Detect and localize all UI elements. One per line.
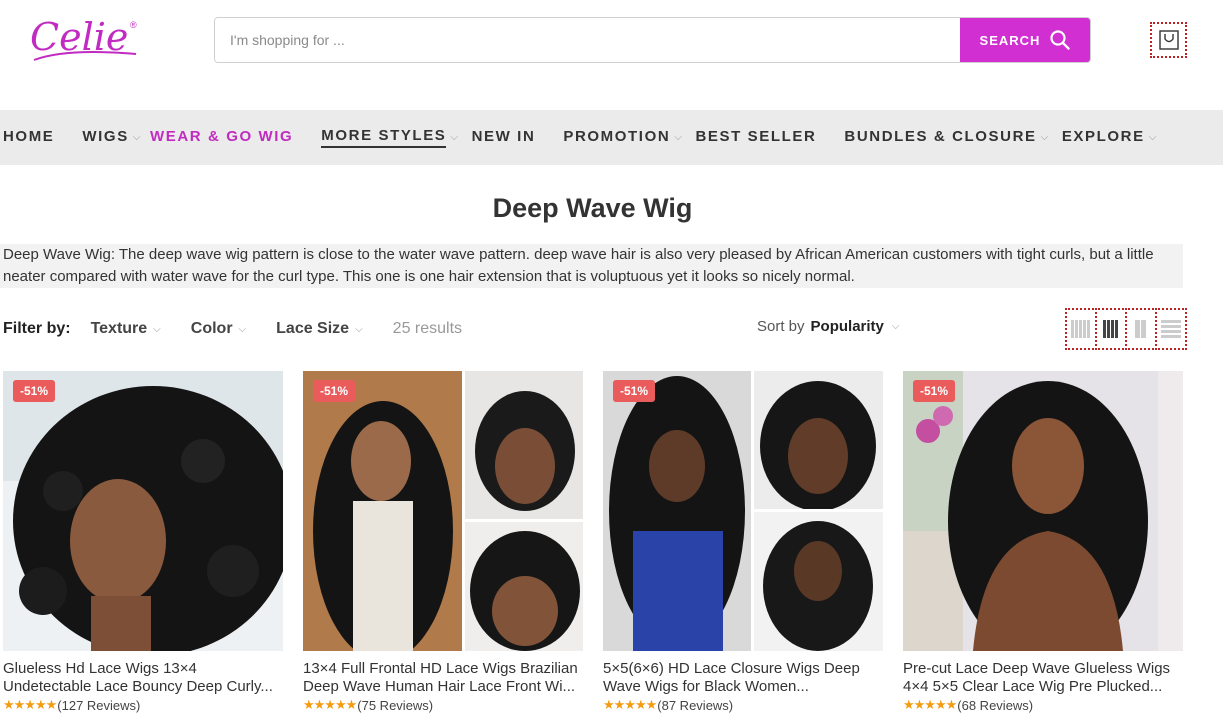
product-title[interactable]: 13×4 Full Frontal HD Lace Wigs Brazilian… bbox=[303, 660, 583, 696]
results-count: 25 results bbox=[392, 320, 463, 337]
chevron-down-icon: ⌵ bbox=[132, 132, 142, 143]
nav-item-wigs[interactable]: WIGS ⌵ bbox=[82, 110, 142, 165]
nav-item-label: WEAR & GO WIG bbox=[150, 128, 294, 145]
view-grid-4-button[interactable] bbox=[1095, 308, 1127, 350]
filter-bar: Filter by: Texture ⌵ Color ⌵ Lace Size ⌵… bbox=[3, 316, 462, 342]
view-grid-5-button[interactable] bbox=[1065, 308, 1097, 350]
nav-item-new-in[interactable]: NEW IN bbox=[472, 110, 536, 165]
product-image[interactable]: -51% bbox=[903, 371, 1183, 651]
discount-badge: -51% bbox=[613, 380, 656, 402]
product-image[interactable]: -51% bbox=[3, 371, 283, 651]
trademark-mark: ® bbox=[130, 20, 137, 30]
star-rating-icon: ★★★★★ bbox=[303, 697, 357, 712]
product-card[interactable]: -51% Glueless Hd Lace Wigs 13×4 Undetect… bbox=[3, 371, 283, 713]
nav-item-promotion[interactable]: PROMOTION ⌵ bbox=[563, 110, 683, 165]
logo-text: Celie bbox=[30, 15, 128, 59]
grid-4-columns-icon bbox=[1103, 320, 1118, 338]
chevron-down-icon: ⌵ bbox=[1148, 132, 1158, 143]
grid-2-columns-icon bbox=[1135, 320, 1146, 338]
review-count[interactable]: (68 Reviews) bbox=[957, 698, 1033, 713]
product-photo bbox=[3, 371, 283, 651]
search-icon bbox=[1050, 30, 1071, 50]
chevron-down-icon: ⌵ bbox=[355, 323, 363, 335]
chevron-down-icon: ⌵ bbox=[674, 132, 684, 143]
product-rating: ★★★★★ (75 Reviews) bbox=[303, 697, 583, 713]
product-image[interactable]: -51% bbox=[303, 371, 583, 651]
filter-lace-size-label: Lace Size bbox=[276, 320, 350, 337]
category-description: Deep Wave Wig: The deep wave wig pattern… bbox=[0, 244, 1183, 288]
chevron-down-icon: ⌵ bbox=[153, 323, 161, 335]
review-count[interactable]: (87 Reviews) bbox=[657, 698, 733, 713]
sort-by-label: Sort by bbox=[757, 318, 805, 335]
list-view-icon bbox=[1161, 320, 1181, 338]
search-button-label: SEARCH bbox=[979, 32, 1041, 48]
search-form: SEARCH bbox=[214, 17, 1091, 63]
discount-badge: -51% bbox=[313, 380, 356, 402]
product-photo bbox=[903, 371, 1183, 651]
product-title[interactable]: Pre-cut Lace Deep Wave Glueless Wigs 4×4… bbox=[903, 660, 1183, 696]
product-card[interactable]: -51% 13×4 Full Frontal HD Lace Wigs Braz… bbox=[303, 371, 583, 713]
celie-logo[interactable]: Celie ® bbox=[26, 8, 146, 70]
product-photo bbox=[603, 371, 883, 651]
discount-badge: -51% bbox=[13, 380, 56, 402]
chevron-down-icon: ⌵ bbox=[891, 321, 900, 332]
star-rating-icon: ★★★★★ bbox=[903, 697, 957, 712]
filter-color-label: Color bbox=[190, 320, 233, 337]
site-header: Celie ® SEARCH bbox=[0, 0, 1223, 110]
product-rating: ★★★★★ (87 Reviews) bbox=[603, 697, 883, 713]
filter-by-label: Filter by: bbox=[3, 320, 71, 337]
product-rating: ★★★★★ (68 Reviews) bbox=[903, 697, 1183, 713]
nav-item-label: HOME bbox=[3, 128, 55, 145]
filter-color-dropdown[interactable]: Color ⌵ bbox=[191, 320, 246, 338]
search-input[interactable] bbox=[215, 18, 960, 62]
main-nav: HOME WIGS ⌵ WEAR & GO WIG MORE STYLES ⌵ … bbox=[0, 110, 1223, 165]
star-rating-icon: ★★★★★ bbox=[3, 697, 57, 712]
nav-item-more-styles[interactable]: MORE STYLES ⌵ bbox=[321, 110, 459, 165]
nav-item-label: MORE STYLES bbox=[321, 127, 447, 148]
nav-item-label: EXPLORE bbox=[1061, 128, 1145, 145]
nav-item-label: PROMOTION bbox=[563, 128, 671, 145]
product-rating: ★★★★★ (127 Reviews) bbox=[3, 697, 283, 713]
nav-item-best-seller[interactable]: BEST SELLER bbox=[695, 110, 816, 165]
product-title[interactable]: 5×5(6×6) HD Lace Closure Wigs Deep Wave … bbox=[603, 660, 883, 696]
nav-item-home[interactable]: HOME bbox=[3, 110, 54, 165]
cart-button[interactable] bbox=[1150, 22, 1187, 58]
product-card[interactable]: -51% Pre-cut Lace Deep Wave Glueless Wig… bbox=[903, 371, 1183, 713]
filter-texture-dropdown[interactable]: Texture ⌵ bbox=[91, 320, 161, 338]
review-count[interactable]: (127 Reviews) bbox=[57, 698, 140, 713]
nav-item-explore[interactable]: EXPLORE ⌵ bbox=[1062, 110, 1158, 165]
product-card[interactable]: -51% 5×5(6×6) HD Lace Closure Wigs Deep … bbox=[603, 371, 883, 713]
view-grid-2-button[interactable] bbox=[1125, 308, 1157, 350]
product-photo bbox=[303, 371, 583, 651]
nav-item-label: NEW IN bbox=[471, 128, 536, 145]
chevron-down-icon: ⌵ bbox=[1040, 132, 1050, 143]
grid-5-columns-icon bbox=[1071, 320, 1090, 338]
shopping-bag-icon bbox=[1158, 30, 1179, 50]
review-count[interactable]: (75 Reviews) bbox=[357, 698, 433, 713]
product-image[interactable]: -51% bbox=[603, 371, 883, 651]
view-list-button[interactable] bbox=[1155, 308, 1187, 350]
nav-item-label: WIGS bbox=[82, 128, 129, 145]
filter-texture-label: Texture bbox=[90, 320, 148, 337]
search-button[interactable]: SEARCH bbox=[960, 18, 1090, 62]
product-title[interactable]: Glueless Hd Lace Wigs 13×4 Undetectable … bbox=[3, 660, 283, 696]
nav-item-label: BUNDLES & CLOSURE bbox=[844, 128, 1037, 145]
star-rating-icon: ★★★★★ bbox=[603, 697, 657, 712]
discount-badge: -51% bbox=[913, 380, 956, 402]
nav-item-wear-go-wig[interactable]: WEAR & GO WIG bbox=[150, 110, 293, 165]
grid-view-switch bbox=[1065, 308, 1187, 350]
nav-item-label: BEST SELLER bbox=[695, 128, 817, 145]
nav-item-bundles-closure[interactable]: BUNDLES & CLOSURE ⌵ bbox=[844, 110, 1049, 165]
sort-dropdown[interactable]: Sort by Popularity ⌵ bbox=[757, 318, 899, 335]
chevron-down-icon: ⌵ bbox=[238, 323, 247, 335]
page-title: Deep Wave Wig bbox=[492, 193, 693, 223]
sort-value: Popularity bbox=[810, 318, 884, 335]
filter-lace-size-dropdown[interactable]: Lace Size ⌵ bbox=[276, 320, 363, 338]
chevron-down-icon: ⌵ bbox=[450, 132, 460, 143]
